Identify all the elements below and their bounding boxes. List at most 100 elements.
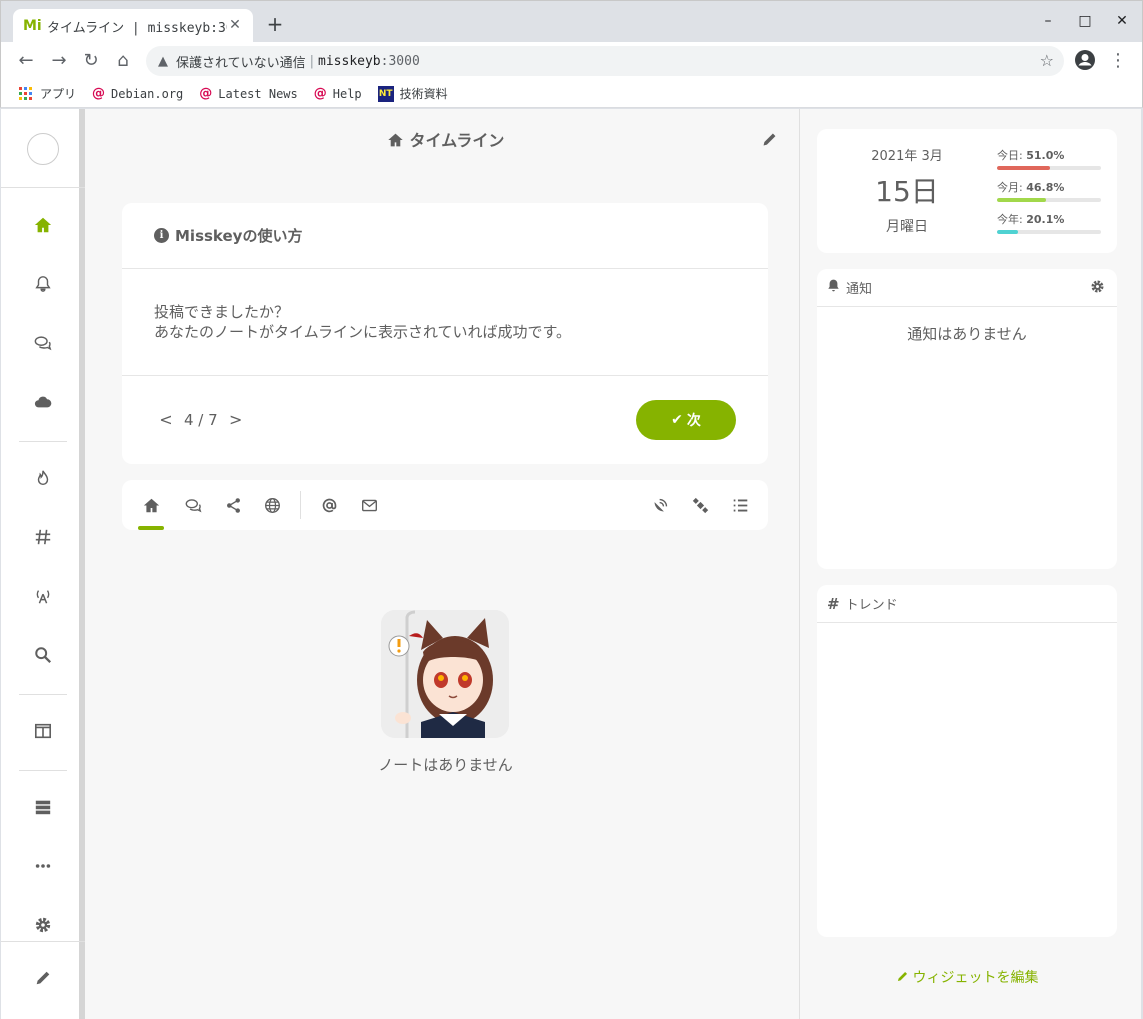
server-icon bbox=[35, 800, 51, 815]
notifications-header: 通知 bbox=[817, 269, 1117, 307]
tab-title: タイムライン | misskeyb:3000 bbox=[47, 20, 227, 36]
sidebar-item-search[interactable] bbox=[23, 640, 63, 670]
browser-tab[interactable]: Mi タイムライン | misskeyb:3000 ✕ bbox=[13, 9, 253, 43]
sidebar-item-more[interactable] bbox=[23, 851, 63, 881]
main-column: タイムライン i Misskeyの使い方 投稿できましたか？ あなたのノートがタ… bbox=[91, 109, 800, 1019]
bookmarks-bar: アプリ @ Debian.org @ Latest News @ Help NT… bbox=[0, 80, 1143, 108]
calendar-widget: 2021年 3月 15日 月曜日 今日: 51.0% 今月: 46.8% 今年:… bbox=[817, 129, 1117, 253]
nt-icon: NT bbox=[377, 85, 394, 102]
pencil-icon bbox=[763, 133, 776, 146]
next-button[interactable]: ✔ 次 bbox=[636, 400, 736, 440]
progress-year: 今年: 20.1% bbox=[997, 211, 1101, 243]
hashtag-icon bbox=[35, 529, 51, 545]
back-arrow-icon[interactable]: ← bbox=[15, 50, 37, 72]
avatar[interactable] bbox=[27, 133, 59, 165]
ellipsis-icon bbox=[35, 864, 51, 868]
home-icon bbox=[387, 133, 403, 147]
bookmark-debian[interactable]: @ Debian.org bbox=[92, 86, 183, 101]
tab-global[interactable] bbox=[257, 490, 287, 520]
empty-illustration bbox=[381, 610, 509, 738]
columns-icon bbox=[34, 723, 52, 739]
warning-icon[interactable]: ▲ bbox=[158, 54, 168, 69]
progress-bar-fill bbox=[997, 166, 1051, 170]
satellite-icon bbox=[692, 497, 708, 513]
chevron-right-icon[interactable]: > bbox=[228, 410, 244, 429]
sidebar-divider bbox=[19, 770, 67, 771]
edit-pencil-button[interactable] bbox=[761, 131, 778, 152]
window-close-icon[interactable]: ✕ bbox=[1112, 13, 1132, 29]
progress-today: 今日: 51.0% bbox=[997, 147, 1101, 179]
bookmark-star-icon[interactable]: ☆ bbox=[1040, 51, 1054, 70]
tab-local[interactable] bbox=[178, 490, 208, 520]
minimize-icon[interactable]: – bbox=[1038, 13, 1058, 29]
broadcast-icon bbox=[36, 590, 50, 604]
home-icon[interactable]: ⌂ bbox=[112, 50, 134, 72]
apps-grid-icon bbox=[19, 87, 32, 100]
bookmark-latest-news[interactable]: @ Latest News bbox=[199, 86, 297, 101]
chevron-left-icon[interactable]: < bbox=[158, 410, 174, 429]
forward-arrow-icon[interactable]: → bbox=[48, 50, 70, 72]
new-tab-button[interactable]: + bbox=[265, 14, 285, 34]
timeline-tabs bbox=[122, 480, 768, 530]
sidebar-item-featured[interactable] bbox=[23, 463, 63, 493]
browser-toolbar: ← → ↻ ⌂ ▲ 保護されていない通信 | misskeyb:3000 ☆ ⋮ bbox=[0, 42, 1143, 80]
tab-home[interactable] bbox=[136, 490, 166, 530]
fire-icon bbox=[37, 470, 49, 486]
menu-kebab-icon[interactable]: ⋮ bbox=[1107, 50, 1129, 72]
bookmark-help[interactable]: @ Help bbox=[314, 86, 362, 101]
progress-bar-fill bbox=[997, 230, 1018, 234]
tutorial-card: i Misskeyの使い方 投稿できましたか？ あなたのノートがタイムラインに表… bbox=[122, 203, 768, 464]
sidebar-item-drive[interactable] bbox=[23, 387, 63, 417]
sidebar-divider bbox=[19, 694, 67, 695]
progress-month: 今月: 46.8% bbox=[997, 179, 1101, 211]
envelope-icon bbox=[361, 499, 377, 511]
tab-antenna[interactable] bbox=[645, 490, 675, 520]
sidebar bbox=[1, 109, 85, 1019]
edit-widgets-link[interactable]: ウィジェットを編集 bbox=[801, 967, 1133, 987]
sidebar-item-messages[interactable] bbox=[23, 328, 63, 358]
tutorial-pager: < 4 / 7 > bbox=[158, 410, 244, 429]
sidebar-item-notifications[interactable] bbox=[23, 269, 63, 299]
debian-icon: @ bbox=[313, 86, 327, 101]
sidebar-divider bbox=[1, 941, 85, 942]
debian-icon: @ bbox=[199, 86, 213, 101]
security-label: 保護されていない通信 bbox=[176, 55, 306, 71]
check-icon: ✔ bbox=[671, 412, 683, 428]
tab-direct[interactable] bbox=[354, 490, 384, 520]
comments-icon bbox=[185, 498, 201, 512]
sidebar-item-announcements[interactable] bbox=[23, 581, 63, 611]
progress-bar-fill bbox=[997, 198, 1046, 202]
home-icon bbox=[34, 217, 52, 233]
bookmark-tech-docs[interactable]: NT 技術資料 bbox=[377, 85, 448, 102]
sidebar-item-deck[interactable] bbox=[23, 716, 63, 746]
url-separator: | bbox=[309, 53, 315, 69]
gear-icon[interactable] bbox=[1090, 279, 1105, 298]
reload-icon[interactable]: ↻ bbox=[80, 50, 102, 72]
tab-social[interactable] bbox=[218, 490, 248, 520]
profile-avatar-icon[interactable] bbox=[1074, 49, 1096, 71]
sidebar-item-instance[interactable] bbox=[23, 792, 63, 822]
list-icon bbox=[733, 498, 747, 512]
sidebar-post-button[interactable] bbox=[23, 963, 63, 993]
maximize-icon[interactable]: □ bbox=[1075, 13, 1095, 29]
tab-mentions[interactable] bbox=[314, 490, 344, 520]
bell-icon bbox=[827, 279, 840, 296]
hashtag-icon: # bbox=[827, 594, 840, 613]
address-bar[interactable]: ▲ 保護されていない通信 | misskeyb:3000 ☆ bbox=[146, 46, 1064, 76]
bookmark-apps[interactable]: アプリ bbox=[19, 85, 76, 102]
pencil-icon bbox=[897, 971, 907, 982]
sidebar-divider bbox=[19, 441, 67, 442]
sidebar-item-explore[interactable] bbox=[23, 522, 63, 552]
calendar-progress: 今日: 51.0% 今月: 46.8% 今年: 20.1% bbox=[997, 147, 1101, 243]
page-title: タイムライン bbox=[91, 127, 800, 151]
notifications-widget: 通知 通知はありません bbox=[817, 269, 1117, 569]
tab-close-icon[interactable]: ✕ bbox=[227, 17, 243, 33]
comments-icon bbox=[34, 336, 52, 351]
tab-list[interactable] bbox=[725, 490, 755, 520]
at-icon bbox=[322, 498, 336, 512]
misskey-app: タイムライン i Misskeyの使い方 投稿できましたか？ あなたのノートがタ… bbox=[1, 109, 1141, 1019]
info-icon: i bbox=[154, 228, 169, 243]
sidebar-item-settings[interactable] bbox=[23, 910, 63, 940]
tab-channel[interactable] bbox=[685, 490, 715, 520]
sidebar-item-home[interactable] bbox=[23, 210, 63, 240]
